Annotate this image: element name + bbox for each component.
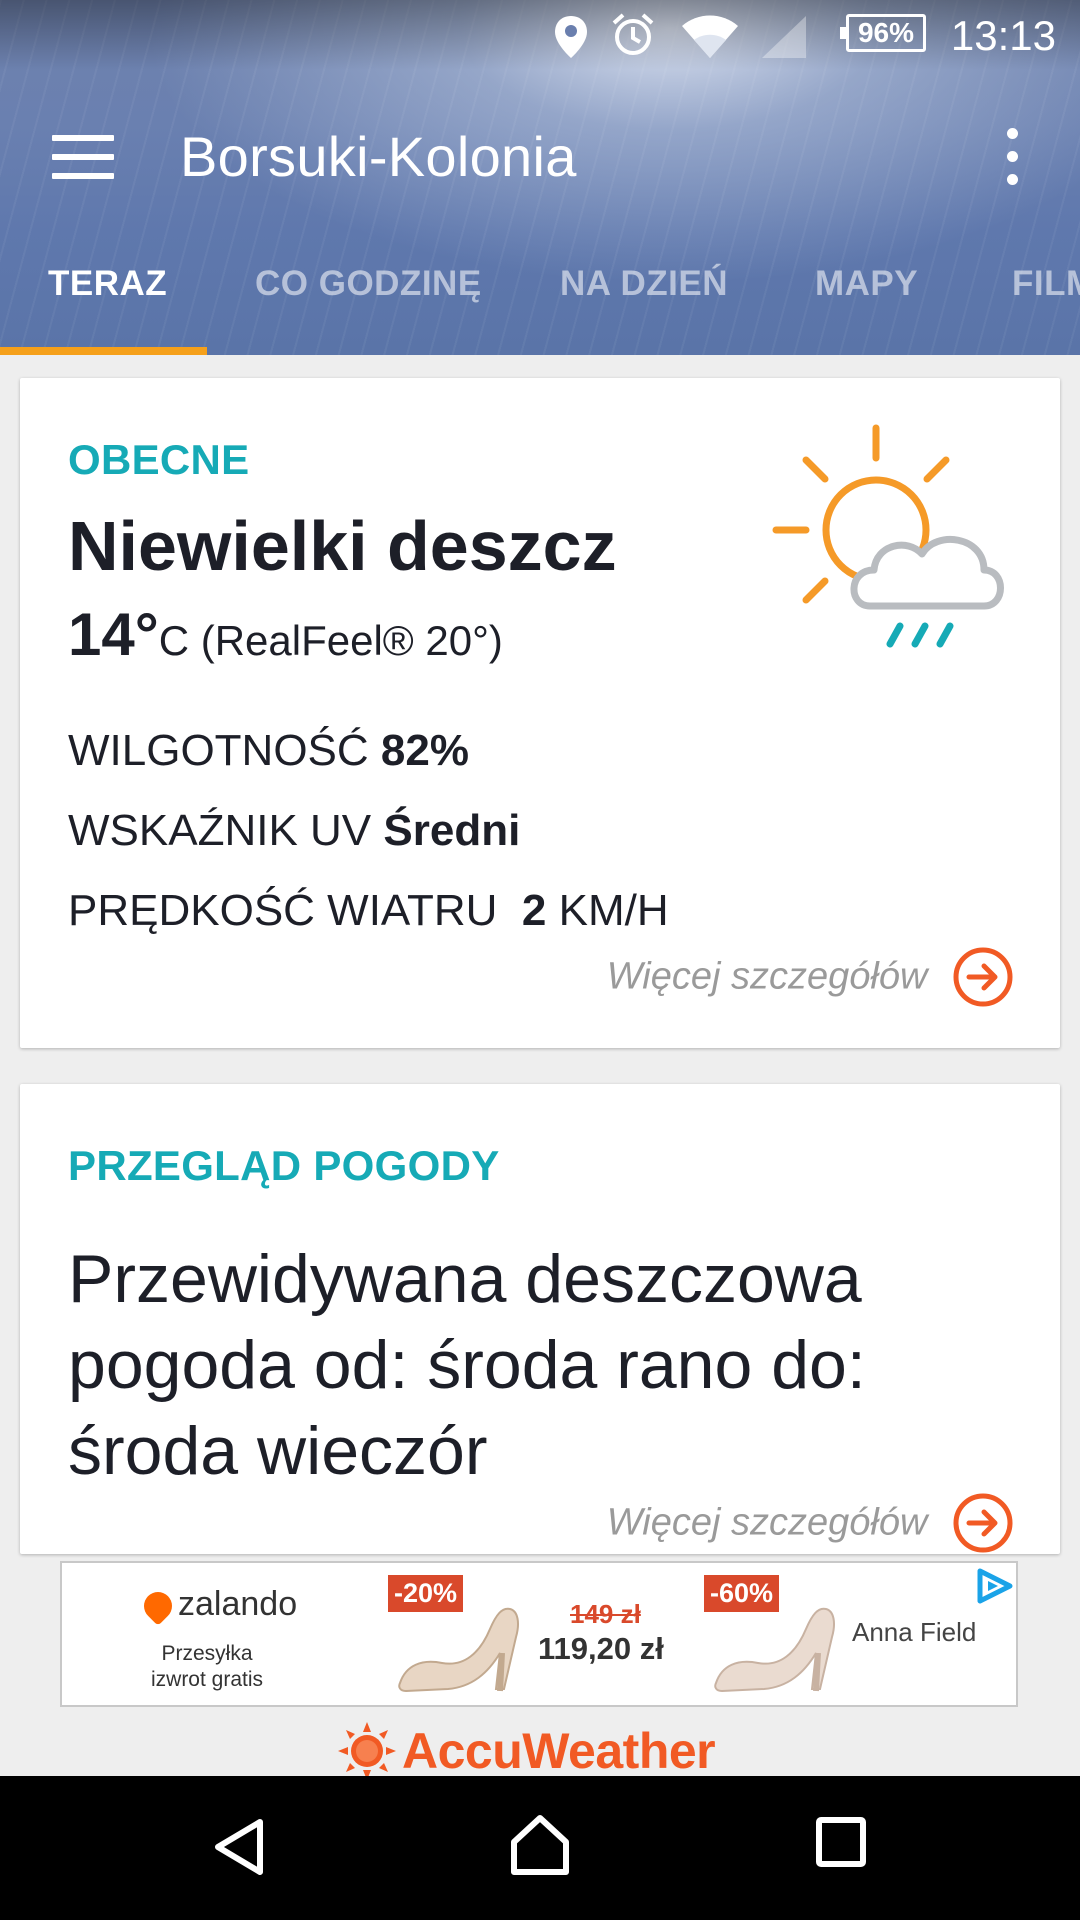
location-title: Borsuki-Kolonia [180,125,577,188]
wifi-icon [682,15,738,58]
wind-value: 2 [521,886,547,935]
zalando-logo-icon [138,1586,178,1626]
tab-na-dzien[interactable]: NA DZIEŃ [560,264,728,304]
humidity-label: WILGOTNOŚĆ [68,726,369,775]
arrow-right-circle-icon [953,1493,1013,1553]
temperature-row: 14°C (RealFeel® 20°) [68,600,503,669]
tab-co-godzine[interactable]: CO GODZINĘ [255,264,482,304]
zalando-logo-text: zalando [178,1585,298,1623]
location-icon [555,16,587,58]
signal-icon [762,16,806,58]
zalando-logo: zalando [138,1585,298,1626]
more-details-text: Więcej szczegółów [606,955,928,998]
section-label-current: OBECNE [68,436,250,483]
accuweather-logo: AccuWeather [338,1718,716,1780]
shoe-image-2 [714,1607,835,1693]
wind-label: PRĘDKOŚĆ WIATRU [68,886,498,935]
uv-row: WSKAŹNIK UV Średni [68,806,520,856]
temperature-value: 14° [68,601,159,668]
sun-cloud-rain-icon [772,424,1004,648]
ad-banner[interactable]: zalando Przesyłka izwrot gratis -20% 149… [60,1561,1018,1707]
recents-icon[interactable] [815,1816,867,1868]
current-conditions-card[interactable]: OBECNE Niewielki deszcz 14°C (RealFeel® … [20,378,1060,1048]
more-details-link-2[interactable]: Więcej szczegółów [607,1492,1014,1554]
humidity-row: WILGOTNOŚĆ 82% [68,726,469,776]
new-price: 119,20 zł [538,1631,664,1666]
section-label-overview: PRZEGLĄD POGODY [68,1142,500,1189]
tab-indicator [0,347,207,355]
back-icon[interactable] [210,1816,270,1878]
accuweather-text: AccuWeather [402,1722,716,1779]
uv-label: WSKAŹNIK UV [68,806,372,855]
accuweather-sun-icon [338,1721,396,1780]
tab-mapy[interactable]: MAPY [815,264,918,304]
arrow-right-circle-icon [953,947,1013,1007]
wind-row: PRĘDKOŚĆ WIATRU 2 KM/H [68,886,669,936]
alarm-icon [612,13,654,55]
adchoices-icon[interactable] [974,1567,1016,1605]
overview-text: Przewidywana deszczowa pogoda od: środa … [68,1241,866,1489]
hamburger-menu-icon[interactable] [52,135,114,179]
realfeel-text: C (RealFeel® 20°) [158,617,503,664]
status-time: 13:13 [950,12,1056,59]
ad-shipping-text: Przesyłka izwrot gratis [150,1642,264,1691]
shoe-image-1 [398,1607,519,1693]
more-details-link[interactable]: Więcej szczegółów [607,946,1014,1008]
more-vert-icon[interactable] [1000,128,1024,186]
battery-icon: 96% [840,14,926,52]
status-bar: 96% 13:13 [0,0,1080,72]
tab-film[interactable]: FILM [1012,264,1080,304]
product-brand: Anna Field [852,1617,977,1647]
wind-unit: KM/H [558,886,669,935]
condition-text: Niewielki deszcz [68,507,617,585]
humidity-value: 82% [380,726,469,775]
tab-bar: TERAZ CO GODZINĘ NA DZIEŃ MAPY FILM [0,250,1080,355]
weather-overview-card[interactable]: PRZEGLĄD POGODY Przewidywana deszczowa p… [20,1084,1060,1554]
app-header: 96% 13:13 Borsuki-Kolonia TERAZ CO GODZI… [0,0,1080,355]
uv-value: Średni [383,806,521,855]
home-icon[interactable] [508,1812,572,1878]
old-price: 149 zł [570,1599,641,1629]
more-details-text-2: Więcej szczegółów [606,1501,928,1544]
system-nav-bar [0,1776,1080,1920]
tab-teraz[interactable]: TERAZ [48,264,167,304]
